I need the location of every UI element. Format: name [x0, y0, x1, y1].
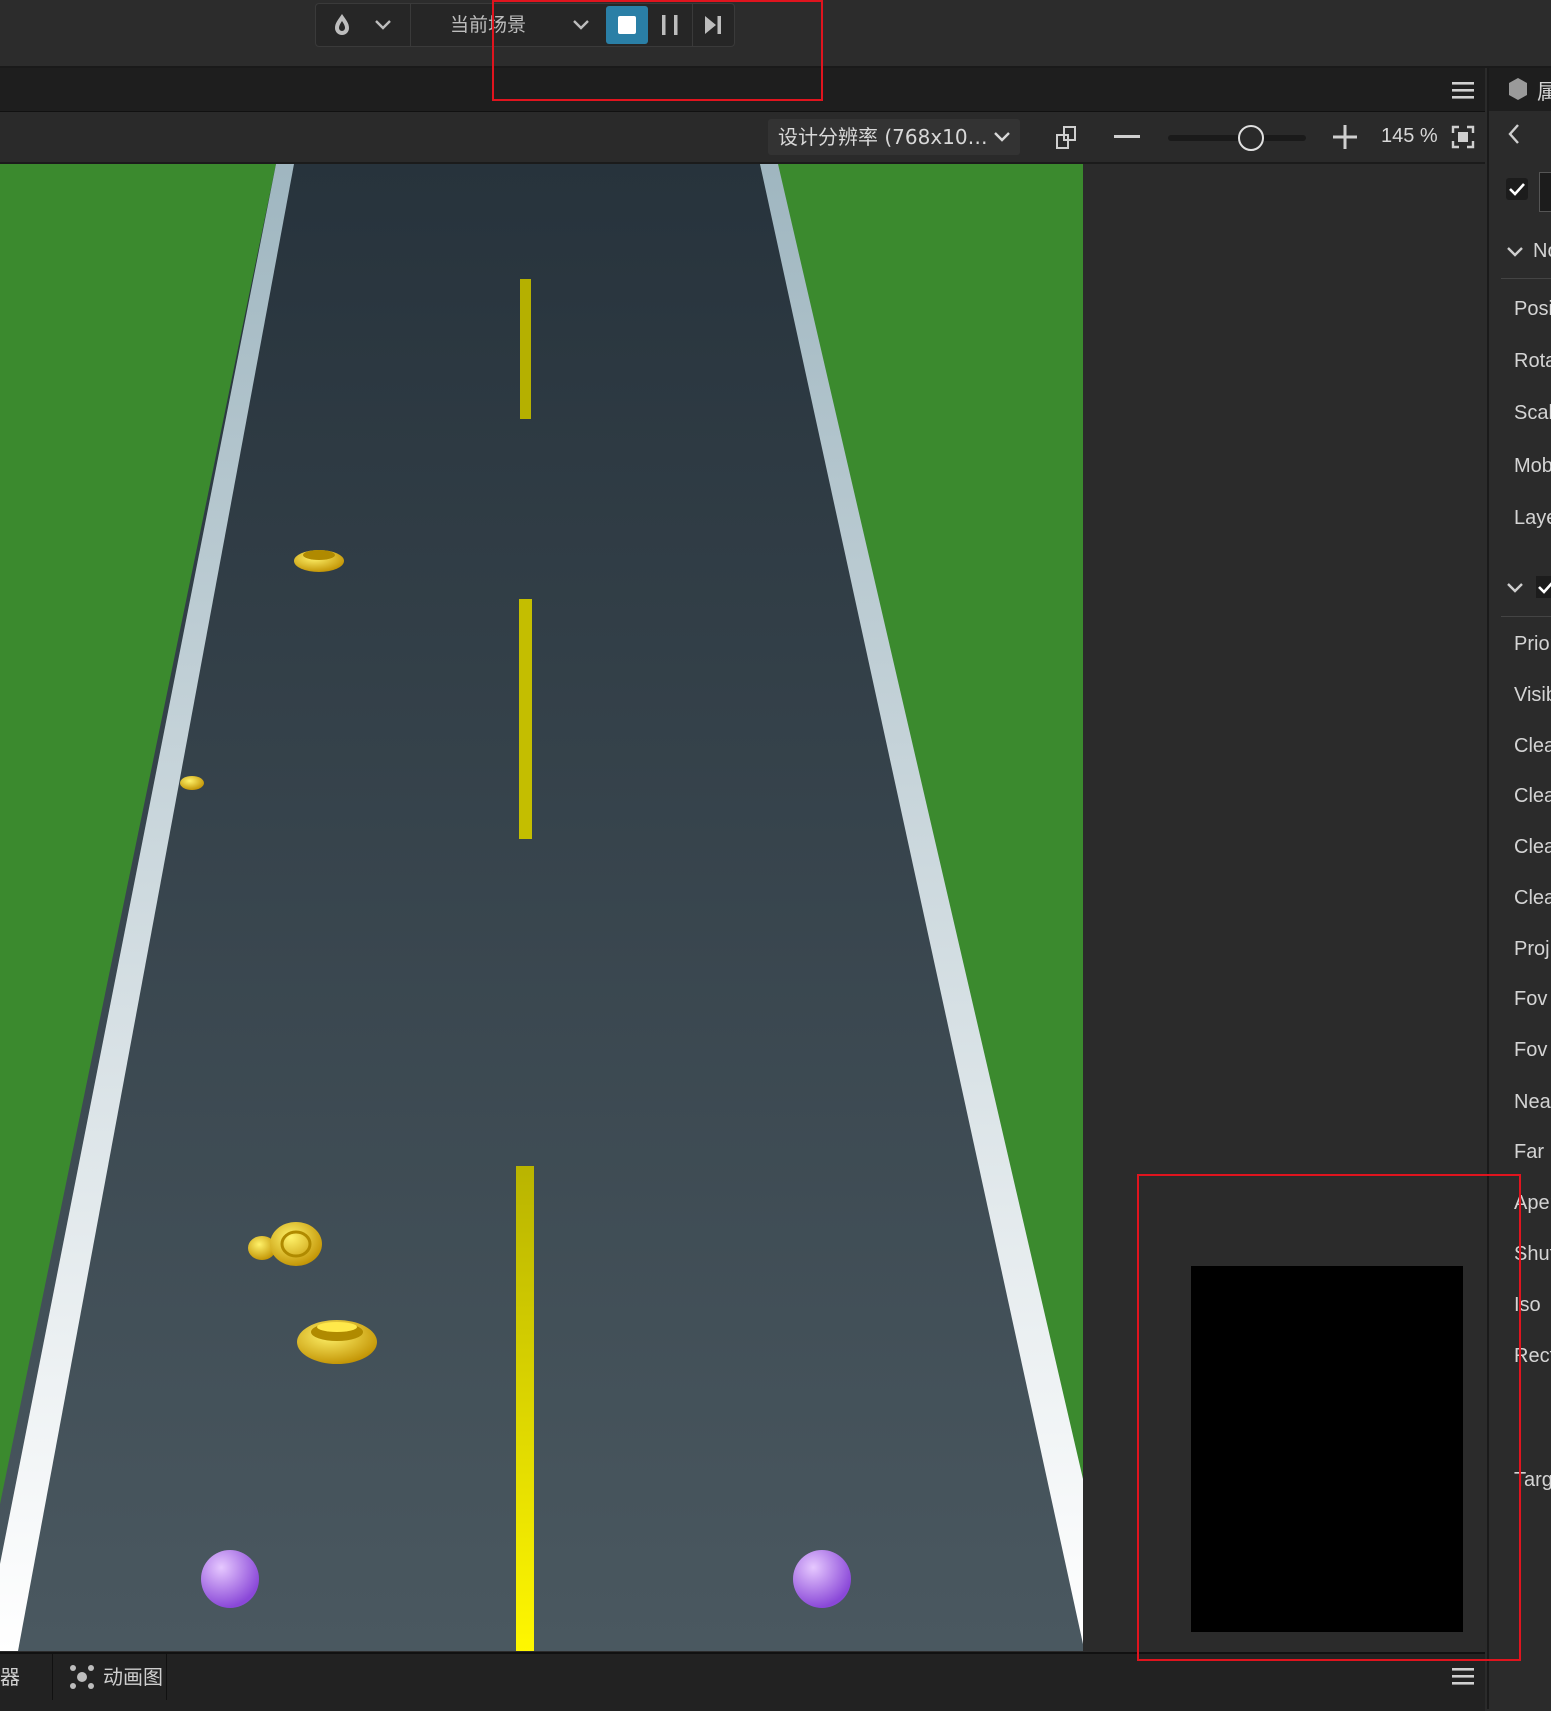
bottom-menu-icon[interactable] — [1448, 1662, 1478, 1690]
purple-ball — [201, 1550, 259, 1608]
animation-graph-icon — [70, 1665, 94, 1689]
gold-coin — [180, 776, 204, 790]
chevron-down-icon — [1507, 247, 1523, 257]
zoom-in-icon[interactable] — [1330, 122, 1360, 152]
chevron-down-icon[interactable] — [368, 8, 398, 42]
prop-clear-depth: Clea — [1514, 836, 1551, 858]
node-enabled-checkbox[interactable] — [1506, 178, 1528, 200]
annotation-box-preview — [1137, 1174, 1521, 1661]
prop-near: Nea — [1514, 1091, 1551, 1113]
zoom-slider-track[interactable] — [1168, 135, 1306, 141]
rotate-device-icon[interactable] — [1052, 122, 1082, 152]
chevron-down-icon — [1507, 583, 1523, 593]
prop-clear-flags: Clea — [1514, 735, 1551, 757]
zoom-out-icon[interactable] — [1112, 122, 1142, 152]
tab-previous[interactable]: 器 — [0, 1654, 20, 1700]
purple-ball — [793, 1550, 851, 1608]
prop-clear-stencil: Clea — [1514, 887, 1551, 909]
prop-visibility: Visib — [1514, 684, 1551, 706]
build-icon[interactable] — [324, 8, 360, 42]
prop-scale: Scal — [1514, 402, 1551, 424]
tab-animation-graph[interactable]: 动画图 — [52, 1654, 167, 1700]
section-node-title[interactable]: No — [1533, 240, 1551, 263]
inspector-title: 属 — [1537, 80, 1551, 104]
prop-fov-axis: Fov — [1514, 1039, 1548, 1061]
resolution-label: 设计分辨率 (768x10… — [778, 125, 988, 149]
prop-projection: Proj — [1514, 938, 1550, 960]
gold-ingot — [297, 1320, 377, 1364]
prop-clear-color: Clea — [1514, 785, 1551, 807]
prop-position: Posi — [1514, 298, 1551, 320]
lane-marker — [519, 599, 532, 839]
node-name-input[interactable] — [1539, 172, 1551, 212]
game-view[interactable] — [0, 164, 1083, 1651]
prop-layer: Laye — [1514, 507, 1551, 529]
zoom-slider-handle[interactable] — [1238, 125, 1264, 151]
chevron-left-icon — [1508, 124, 1519, 144]
gold-ingot — [294, 550, 344, 572]
chevron-down-icon — [994, 132, 1010, 142]
panel-menu-icon[interactable] — [1448, 76, 1478, 104]
fit-screen-icon[interactable] — [1449, 122, 1477, 152]
prop-priority: Prior — [1514, 633, 1551, 655]
annotation-box-toolbar — [492, 0, 823, 101]
prop-far: Far — [1514, 1141, 1544, 1163]
resolution-select[interactable]: 设计分辨率 (768x10… — [768, 119, 1020, 155]
prop-rotation: Rota — [1514, 350, 1551, 372]
prop-fov: Fov — [1514, 988, 1548, 1010]
lane-marker — [516, 1166, 534, 1651]
zoom-value: 145 % — [1381, 125, 1438, 147]
tab-animation-graph-label: 动画图 — [103, 1665, 163, 1689]
prop-mobility: Mob — [1514, 455, 1551, 477]
inspector-icon — [1509, 78, 1527, 100]
viewport-toolbar: 设计分辨率 (768x10… 145 % — [0, 112, 1485, 164]
camera-enabled-checkbox[interactable] — [1536, 576, 1551, 598]
lane-marker — [520, 279, 531, 419]
